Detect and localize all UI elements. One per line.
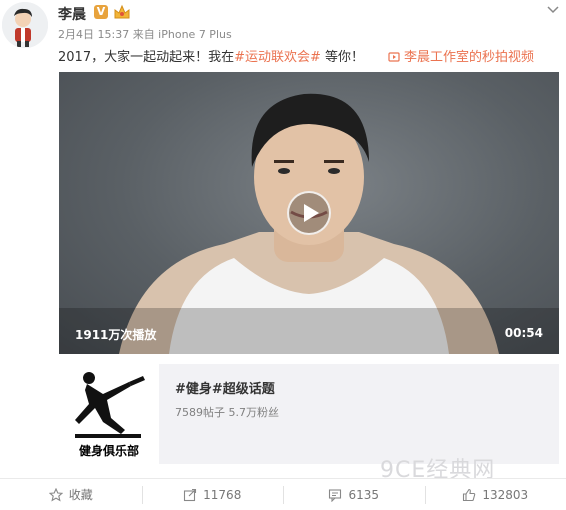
video-link-label: 李晨工作室的秒拍视频 <box>404 50 535 65</box>
favorite-label: 收藏 <box>68 488 93 502</box>
topic-image: 健身俱乐部 <box>59 364 159 464</box>
post-text: 2017，大家一起动起来！我在#运动联欢会# 等你！ <box>58 46 364 65</box>
topic-image-label: 健身俱乐部 <box>78 444 139 458</box>
video-icon <box>388 52 400 62</box>
hashtag-link[interactable]: #运动联欢会# <box>234 50 321 65</box>
post-meta: 2月4日 15:37 来自 iPhone 7 Plus <box>58 28 232 41</box>
post-text-after: 等你！ <box>320 50 365 65</box>
topic-stats: 7589帖子 5.7万粉丝 <box>175 406 279 419</box>
video-duration: 00:54 <box>504 326 543 340</box>
author-name[interactable]: 李晨 <box>58 4 86 24</box>
thumbs-up-icon <box>463 488 476 501</box>
play-count: 1911万次播放 <box>75 328 157 342</box>
post-text-before: 2017，大家一起动起来！我在 <box>58 50 235 65</box>
video-link[interactable]: 李晨工作室的秒拍视频 <box>388 46 534 65</box>
verified-badge: V <box>94 5 108 19</box>
comment-button[interactable]: 6135 <box>283 479 425 510</box>
topic-title[interactable]: #健身#超级话题 <box>175 378 275 397</box>
like-count: 132803 <box>482 487 529 502</box>
comment-icon <box>329 488 342 502</box>
comment-count: 6135 <box>348 487 380 502</box>
share-count: 11768 <box>203 487 242 502</box>
topic-card[interactable]: 健身俱乐部 #健身#超级话题 7589帖子 5.7万粉丝 <box>59 364 559 464</box>
favorite-button[interactable]: 收藏 <box>0 479 142 510</box>
avatar[interactable] <box>2 2 48 48</box>
share-icon <box>184 488 197 501</box>
star-icon <box>48 487 63 502</box>
action-bar: 收藏 11768 6135 132803 <box>0 478 566 510</box>
like-button[interactable]: 132803 <box>424 479 566 510</box>
level-badge-icon <box>113 4 131 20</box>
play-button[interactable] <box>287 191 331 235</box>
share-button[interactable]: 11768 <box>141 479 284 510</box>
video-player[interactable]: 1911万次播放 00:54 <box>59 72 559 354</box>
chevron-down-icon[interactable] <box>546 0 560 14</box>
avatar-illustration <box>2 2 48 48</box>
play-icon <box>304 204 319 222</box>
athlete-silhouette-icon <box>75 372 145 438</box>
